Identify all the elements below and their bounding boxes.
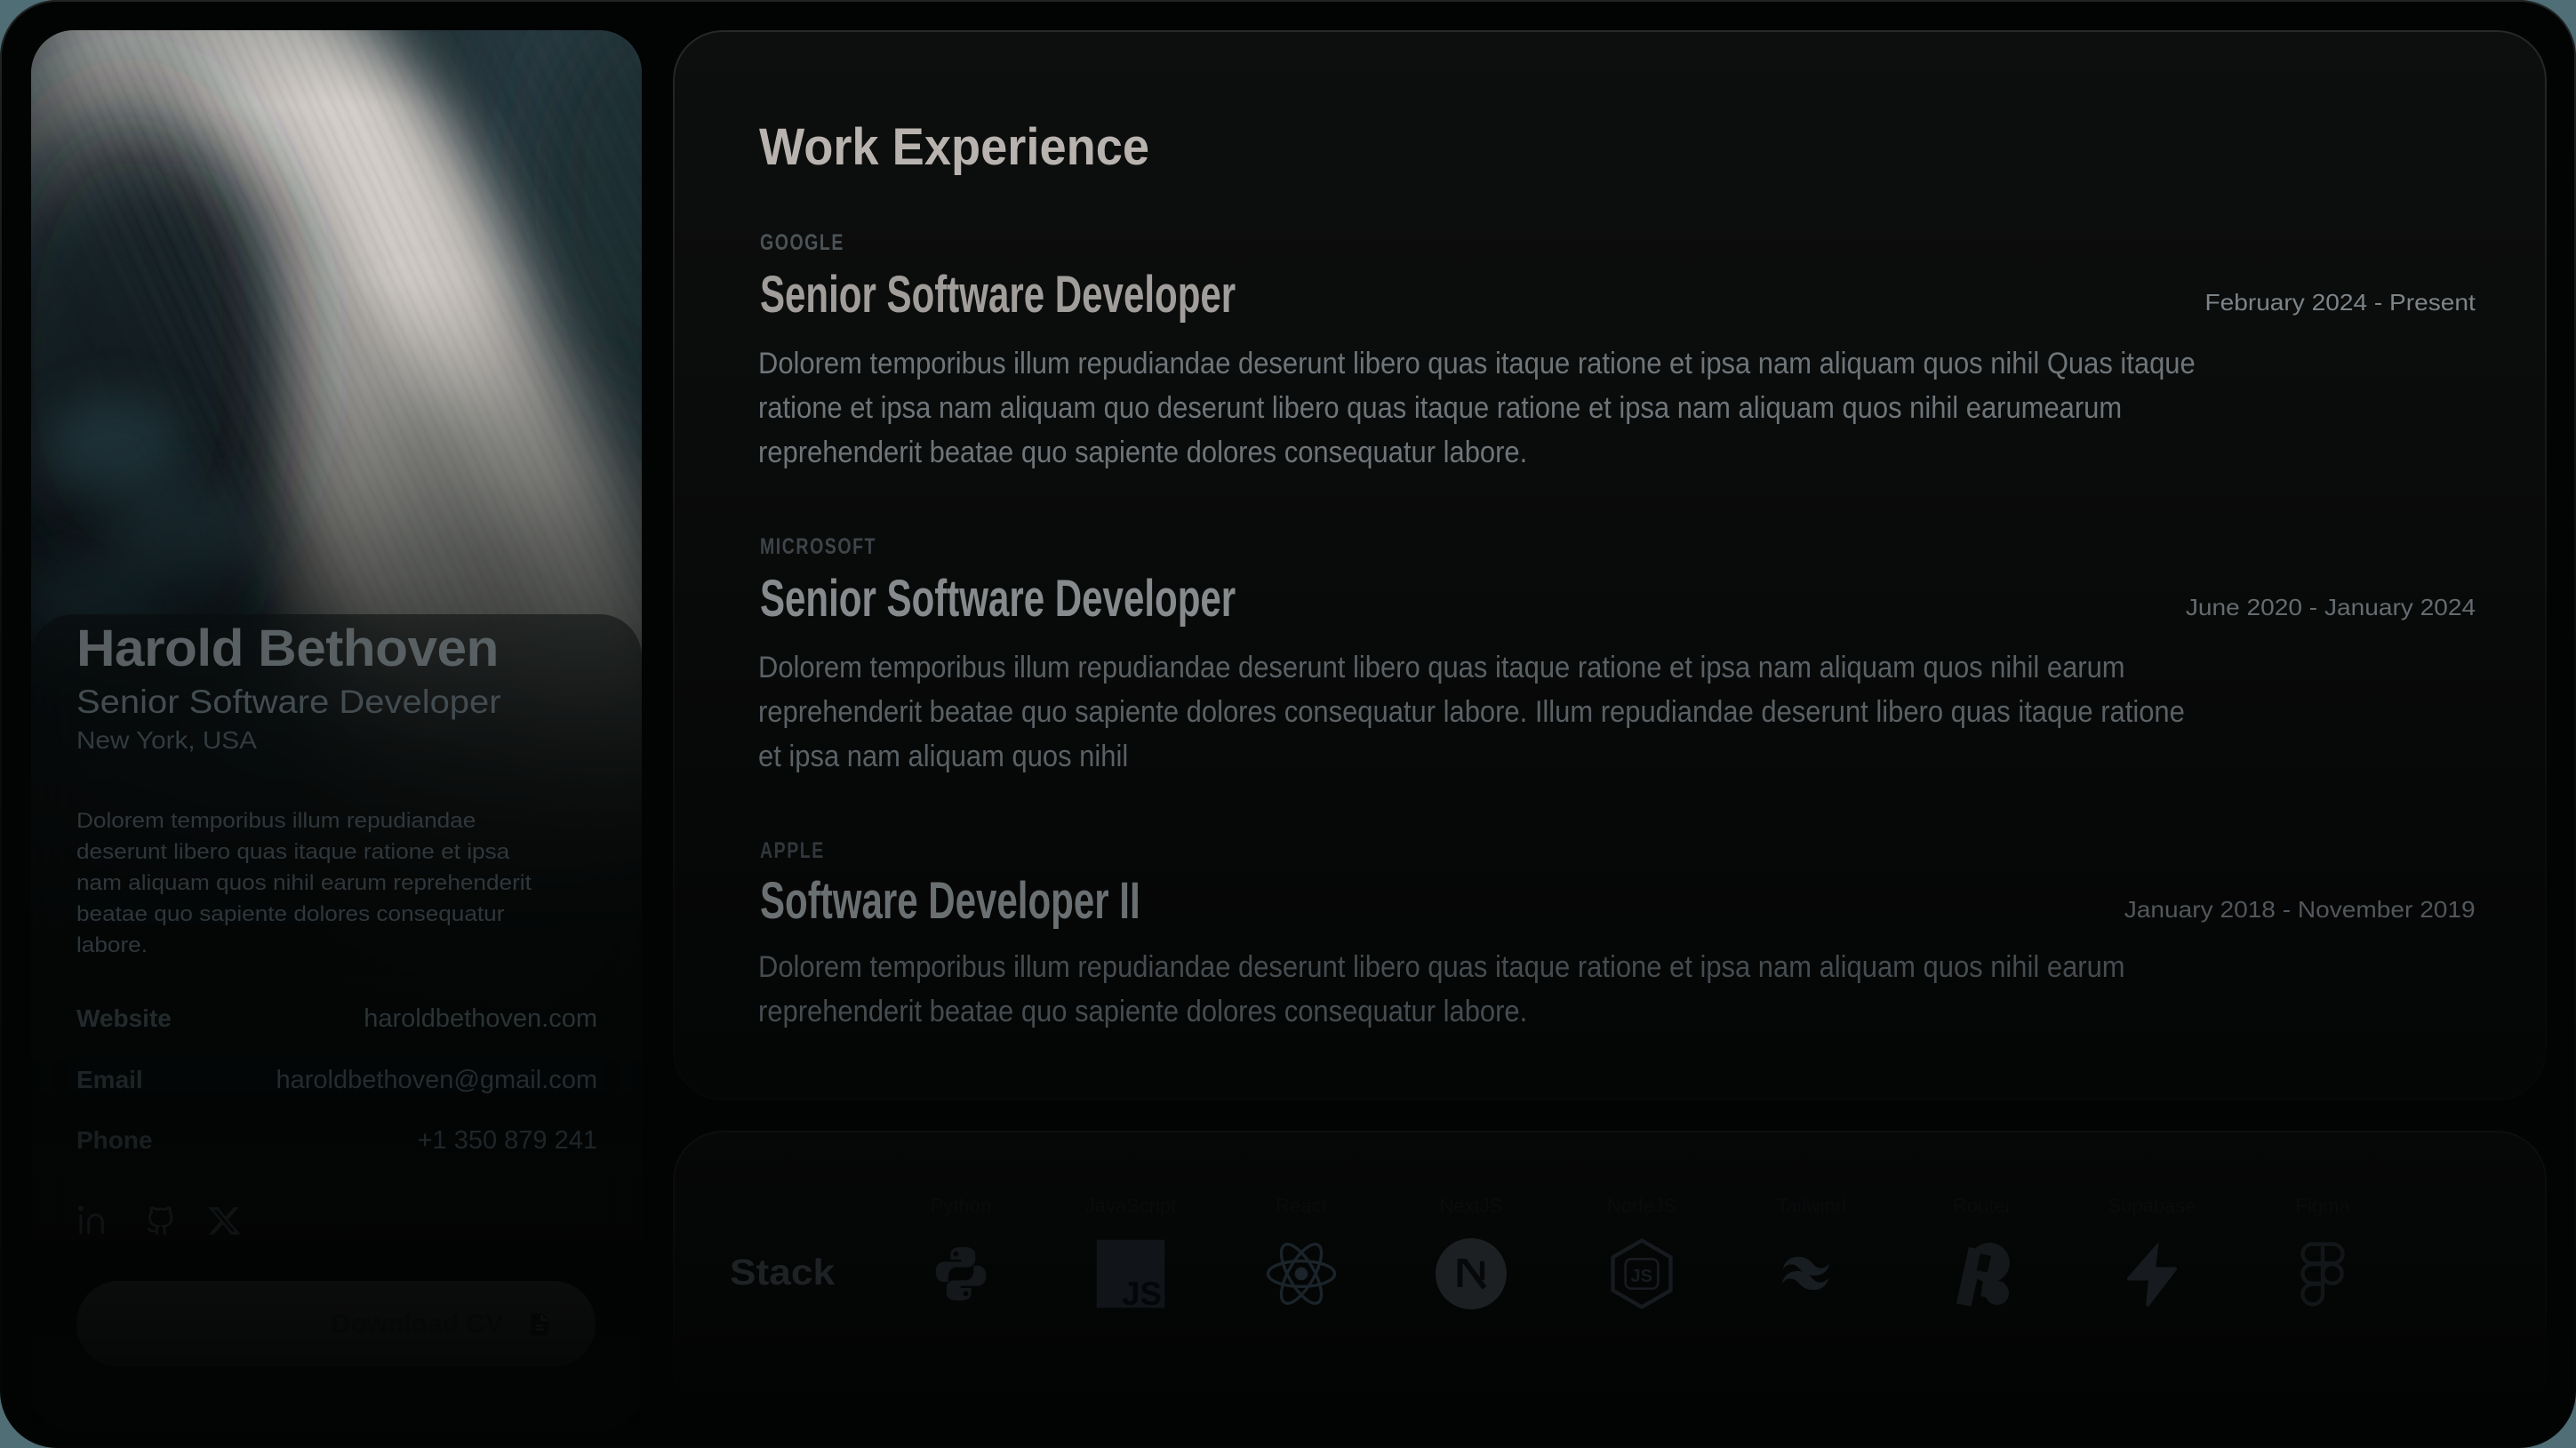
svg-text:JS: JS — [1631, 1267, 1652, 1286]
svg-text:JS: JS — [1122, 1276, 1162, 1309]
